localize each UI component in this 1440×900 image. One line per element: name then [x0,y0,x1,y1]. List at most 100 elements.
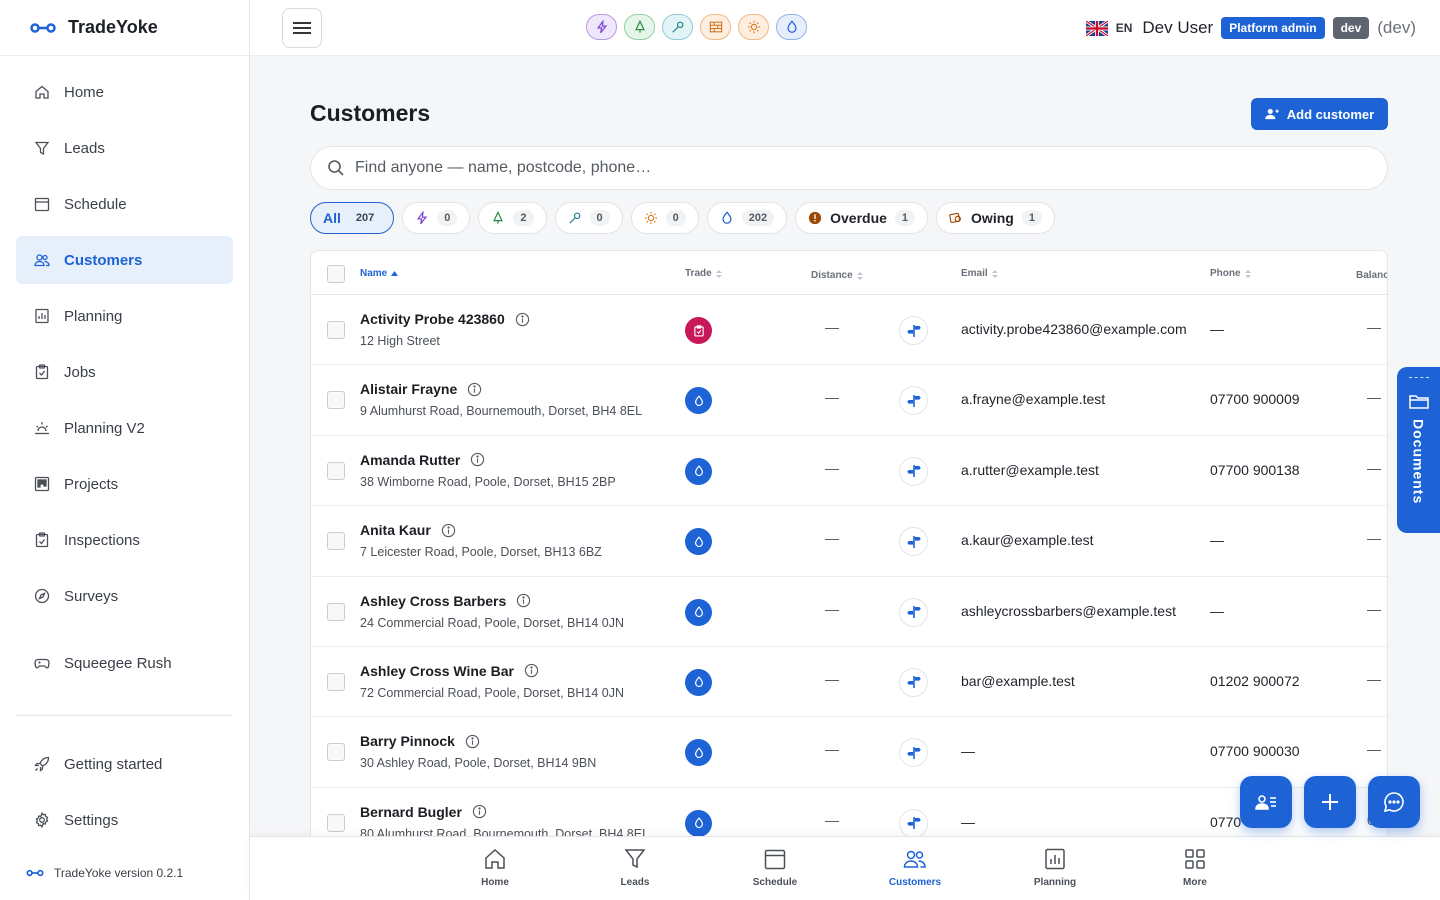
sidebar-item-home[interactable]: Home [16,68,233,116]
customer-name[interactable]: Ashley Cross Wine Bar [360,663,514,679]
bottom-nav-customers[interactable]: Customers [875,847,955,888]
info-icon[interactable] [515,312,530,327]
phone-cell[interactable]: 0770 [1210,814,1241,830]
table-row[interactable]: Alistair Frayne 9 Alumhurst Road, Bourne… [311,365,1387,436]
filter-garden[interactable]: 2 [478,202,547,234]
column-header-name[interactable]: Name [360,268,399,279]
bottom-nav-planning[interactable]: Planning [1015,847,1095,888]
email-cell[interactable]: a.frayne@example.test [961,391,1105,407]
customer-name[interactable]: Alistair Frayne [360,381,457,397]
filter-plumbing[interactable]: 0 [554,202,623,234]
trade-pill-solar[interactable] [738,14,769,40]
row-checkbox[interactable] [327,672,345,691]
info-icon[interactable] [467,382,482,397]
email-cell[interactable]: a.kaur@example.test [961,532,1094,548]
email-cell[interactable]: ashleycrossbarbers@example.test [961,603,1176,619]
email-cell[interactable]: — [961,814,975,830]
table-row[interactable]: Ashley Cross Wine Bar 72 Commercial Road… [311,647,1387,718]
phone-cell[interactable]: 07700 900138 [1210,462,1300,478]
customer-name-cell[interactable]: Bernard Bugler [360,804,487,820]
bottom-nav-home[interactable]: Home [455,847,535,888]
customer-name-cell[interactable]: Amanda Rutter [360,452,485,468]
phone-cell[interactable]: — [1210,532,1224,548]
brand[interactable]: TradeYoke [0,0,249,56]
row-checkbox[interactable] [327,532,345,551]
column-header-email[interactable]: Email [961,268,998,279]
filter-overdue[interactable]: Overdue 1 [795,202,929,234]
info-icon[interactable] [441,523,456,538]
row-checkbox[interactable] [327,602,345,621]
sidebar-item-jobs[interactable]: Jobs [16,348,233,396]
column-header-balance[interactable]: Balanc [1356,270,1387,281]
sidebar-item-surveys[interactable]: Surveys [16,572,233,620]
add-customer-button[interactable]: Add customer [1251,98,1388,130]
sidebar-item-settings[interactable]: Settings [16,796,233,844]
customer-name-cell[interactable]: Ashley Cross Wine Bar [360,663,539,679]
email-cell[interactable]: — [961,743,975,759]
customer-name[interactable]: Amanda Rutter [360,452,460,468]
documents-tab[interactable]: Documents [1397,367,1440,533]
search-input[interactable] [355,159,1255,177]
sidebar-item-planning-v2[interactable]: Planning V2 [16,404,233,452]
menu-button[interactable] [282,8,322,48]
language-code[interactable]: EN [1116,21,1133,35]
row-checkbox[interactable] [327,813,345,832]
sidebar-item-inspections[interactable]: Inspections [16,516,233,564]
email-cell[interactable]: a.rutter@example.test [961,462,1099,478]
table-row[interactable]: Anita Kaur 7 Leicester Road, Poole, Dors… [311,506,1387,577]
row-checkbox[interactable] [327,321,345,339]
chat-fab-button[interactable] [1368,776,1420,828]
add-fab-button[interactable] [1304,776,1356,828]
table-row[interactable]: Barry Pinnock 30 Ashley Road, Poole, Dor… [311,717,1387,788]
sidebar-item-leads[interactable]: Leads [16,124,233,172]
filter-owing[interactable]: Owing 1 [936,202,1055,234]
directions-button[interactable] [899,738,928,768]
table-row[interactable]: Activity Probe 423860 12 High Street — a… [311,295,1387,366]
customer-name[interactable]: Bernard Bugler [360,804,462,820]
select-all-checkbox[interactable] [327,265,345,283]
filter-solar[interactable]: 0 [630,202,699,234]
sidebar-item-getting-started[interactable]: Getting started [16,740,233,788]
contacts-fab-button[interactable] [1240,776,1292,828]
customer-name[interactable]: Barry Pinnock [360,733,455,749]
bottom-nav-schedule[interactable]: Schedule [735,847,815,888]
uk-flag-icon[interactable] [1085,20,1108,36]
row-checkbox[interactable] [327,461,345,480]
table-row[interactable]: Amanda Rutter 38 Wimborne Road, Poole, D… [311,436,1387,507]
customer-name[interactable]: Anita Kaur [360,522,431,538]
email-cell[interactable]: bar@example.test [961,673,1075,689]
sidebar-item-planning[interactable]: Planning [16,292,233,340]
directions-button[interactable] [899,386,928,416]
column-header-phone[interactable]: Phone [1210,268,1251,279]
customer-name[interactable]: Activity Probe 423860 [360,311,505,327]
filter-electrical[interactable]: 0 [402,202,471,234]
sidebar-item-projects[interactable]: Projects [16,460,233,508]
row-checkbox[interactable] [327,391,345,410]
directions-button[interactable] [899,597,928,627]
info-icon[interactable] [516,593,531,608]
phone-cell[interactable]: 01202 900072 [1210,673,1300,689]
trade-pill-garden[interactable] [624,14,655,40]
info-icon[interactable] [472,804,487,819]
customer-name-cell[interactable]: Barry Pinnock [360,733,480,749]
phone-cell[interactable]: 07700 900009 [1210,391,1300,407]
sidebar-item-schedule[interactable]: Schedule [16,180,233,228]
customer-name-cell[interactable]: Alistair Frayne [360,381,482,397]
bottom-nav-leads[interactable]: Leads [595,847,675,888]
sidebar-item-customers[interactable]: Customers [16,236,233,284]
phone-cell[interactable]: — [1210,603,1224,619]
info-icon[interactable] [524,663,539,678]
trade-pill-electrical[interactable] [586,14,617,40]
phone-cell[interactable]: — [1210,321,1224,337]
customer-name-cell[interactable]: Activity Probe 423860 [360,311,530,327]
customer-name-cell[interactable]: Anita Kaur [360,522,456,538]
trade-pill-plumbing[interactable] [662,14,693,40]
column-header-trade[interactable]: Trade [685,268,722,279]
sidebar-item-squeegee-rush[interactable]: Squeegee Rush [16,639,233,687]
directions-button[interactable] [899,527,928,557]
table-row[interactable]: Ashley Cross Barbers 24 Commercial Road,… [311,577,1387,647]
directions-button[interactable] [899,808,928,838]
customer-name[interactable]: Ashley Cross Barbers [360,593,506,609]
column-header-distance[interactable]: Distance [811,270,863,281]
directions-button[interactable] [899,456,928,486]
